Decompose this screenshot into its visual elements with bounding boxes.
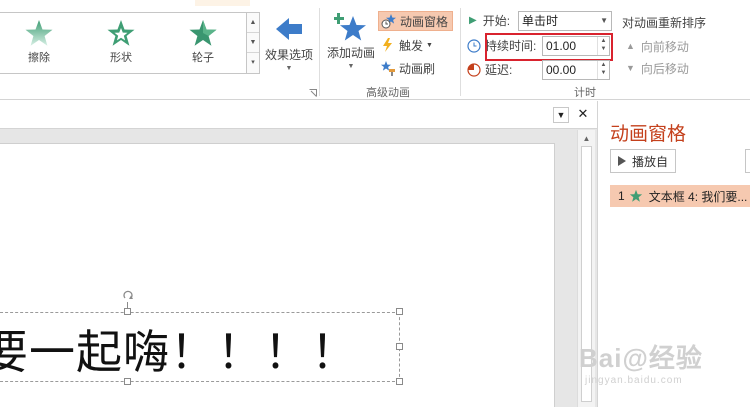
start-label-wrap: ▶ 开始: <box>469 12 510 29</box>
animation-list-item[interactable]: 1 文本框 4: 我们要... <box>610 185 750 207</box>
wipe-star-icon <box>25 20 53 46</box>
animation-pane-button[interactable]: 动画窗格 <box>378 11 454 31</box>
start-select-value: 单击时 <box>522 14 559 28</box>
resize-handle-bottom[interactable] <box>124 378 131 385</box>
slide-text[interactable]: 要一起嗨！！！！ <box>0 316 358 382</box>
effect-options-button[interactable]: 效果选项 ▼ <box>263 16 315 72</box>
dropdown-icon[interactable]: ▼ <box>553 107 569 123</box>
chevron-down-icon: ▼ <box>426 41 433 49</box>
duration-highlight <box>485 33 613 61</box>
play-from-label: 播放自 <box>632 154 669 169</box>
dialog-launcher-icon[interactable] <box>309 89 317 97</box>
animation-pane: 动画窗格 播放自 1 文本框 4: 我们要... Bai@经验 jingyan.… <box>579 101 750 407</box>
delay-label-wrap: 延迟: <box>467 61 512 78</box>
animation-painter-button[interactable]: 动画刷 <box>380 58 435 78</box>
effect-options-label: 效果选项 <box>264 48 313 62</box>
arrow-left-icon <box>276 18 302 40</box>
separator <box>319 8 320 96</box>
pane-title: 动画窗格 <box>610 124 687 145</box>
start-label: 开始: <box>482 14 511 28</box>
wheel-star-icon <box>189 20 217 46</box>
close-icon[interactable]: ✕ <box>575 107 591 123</box>
gallery-more-icon[interactable]: ▾ <box>247 53 259 73</box>
resize-handle-bottom-right[interactable] <box>396 378 403 385</box>
move-later-label: 向后移动 <box>640 61 689 76</box>
effect-wipe-label: 擦除 <box>28 52 50 64</box>
animation-item-number: 1 <box>618 189 625 203</box>
resize-handle-top[interactable] <box>124 308 131 315</box>
animation-item-label: 文本框 4: 我们要... <box>648 189 748 204</box>
add-animation-star-icon <box>334 13 366 41</box>
chevron-down-icon: ▼ <box>285 65 293 72</box>
add-animation-button[interactable]: 添加动画 ▼ <box>324 12 378 70</box>
effect-wheel-label: 轮子 <box>192 52 214 64</box>
clock-icon <box>467 38 481 53</box>
timing-group-label: 计时 <box>574 87 596 99</box>
animation-pane-icon <box>381 14 396 29</box>
gallery-scroll[interactable]: ▲ ▼ ▾ <box>246 13 259 73</box>
trigger-button[interactable]: 触发 ▼ <box>380 35 433 55</box>
separator <box>460 8 461 96</box>
reorder-title: 对动画重新排序 <box>622 16 707 30</box>
effect-wipe[interactable]: 擦除 <box>9 19 69 65</box>
trigger-label: 触发 <box>399 38 424 53</box>
editor-toolbar: ▼ ✕ <box>0 101 597 129</box>
play-triangle-icon: ▶ <box>469 15 477 26</box>
slide-canvas[interactable]: 要一起嗨！！！！ <box>0 143 555 407</box>
move-later-button[interactable]: ▼ 向后移动 <box>626 58 689 78</box>
baidu-watermark: Bai@经验 jingyan.baidu.com <box>579 338 739 398</box>
chevron-down-icon: ▼ <box>347 63 355 70</box>
delay-label: 延迟: <box>485 63 513 77</box>
rotate-handle-icon[interactable] <box>122 290 134 302</box>
animation-star-icon <box>629 189 642 202</box>
watermark-line1: Bai@经验 <box>579 343 703 373</box>
move-earlier-label: 向前移动 <box>640 39 689 54</box>
triangle-up-icon: ▲ <box>626 41 635 51</box>
slide-editor: ▼ ✕ 要一起嗨！！！！ ▲ <box>0 101 597 407</box>
pane-extra-button[interactable] <box>745 149 750 173</box>
effect-shape[interactable]: 形状 <box>91 19 151 65</box>
move-earlier-button[interactable]: ▲ 向前移动 <box>626 36 689 56</box>
ribbon: 擦除 形状 轮子 ▲ ▼ ▾ 效果选项 ▼ 添加动画 ▼ 动画窗格 触发 ▼ 动… <box>0 0 750 100</box>
advanced-animation-group-label: 高级动画 <box>366 87 410 99</box>
start-select[interactable]: 单击时 ▼ <box>518 11 612 31</box>
add-animation-label: 添加动画 <box>326 46 375 60</box>
animation-painter-label: 动画刷 <box>399 61 436 76</box>
lightning-icon <box>383 38 392 52</box>
spinner-arrows-icon[interactable]: ▲ ▼ <box>597 61 609 79</box>
effect-shape-label: 形状 <box>110 52 132 64</box>
triangle-down-icon: ▼ <box>626 63 635 73</box>
delay-clock-icon <box>467 62 481 77</box>
shape-star-icon <box>107 20 135 46</box>
play-icon <box>618 156 626 166</box>
scroll-up-icon[interactable]: ▲ <box>578 134 595 143</box>
delay-input[interactable]: 00.00 ▲ ▼ <box>542 60 610 80</box>
resize-handle-top-right[interactable] <box>396 308 403 315</box>
play-from-button[interactable]: 播放自 <box>610 149 676 173</box>
tab-highlight-strip <box>195 0 250 6</box>
delay-value: 00.00 <box>546 63 577 77</box>
animation-gallery: 擦除 形状 轮子 ▲ ▼ ▾ <box>0 12 260 74</box>
gallery-down-icon[interactable]: ▼ <box>247 33 259 53</box>
watermark-line2: jingyan.baidu.com <box>585 375 683 386</box>
gallery-up-icon[interactable]: ▲ <box>247 13 259 33</box>
effect-wheel[interactable]: 轮子 <box>173 19 233 65</box>
resize-handle-right[interactable] <box>396 343 403 350</box>
animation-painter-icon <box>381 61 395 76</box>
animation-pane-label: 动画窗格 <box>400 14 449 29</box>
chevron-down-icon: ▼ <box>600 16 608 25</box>
